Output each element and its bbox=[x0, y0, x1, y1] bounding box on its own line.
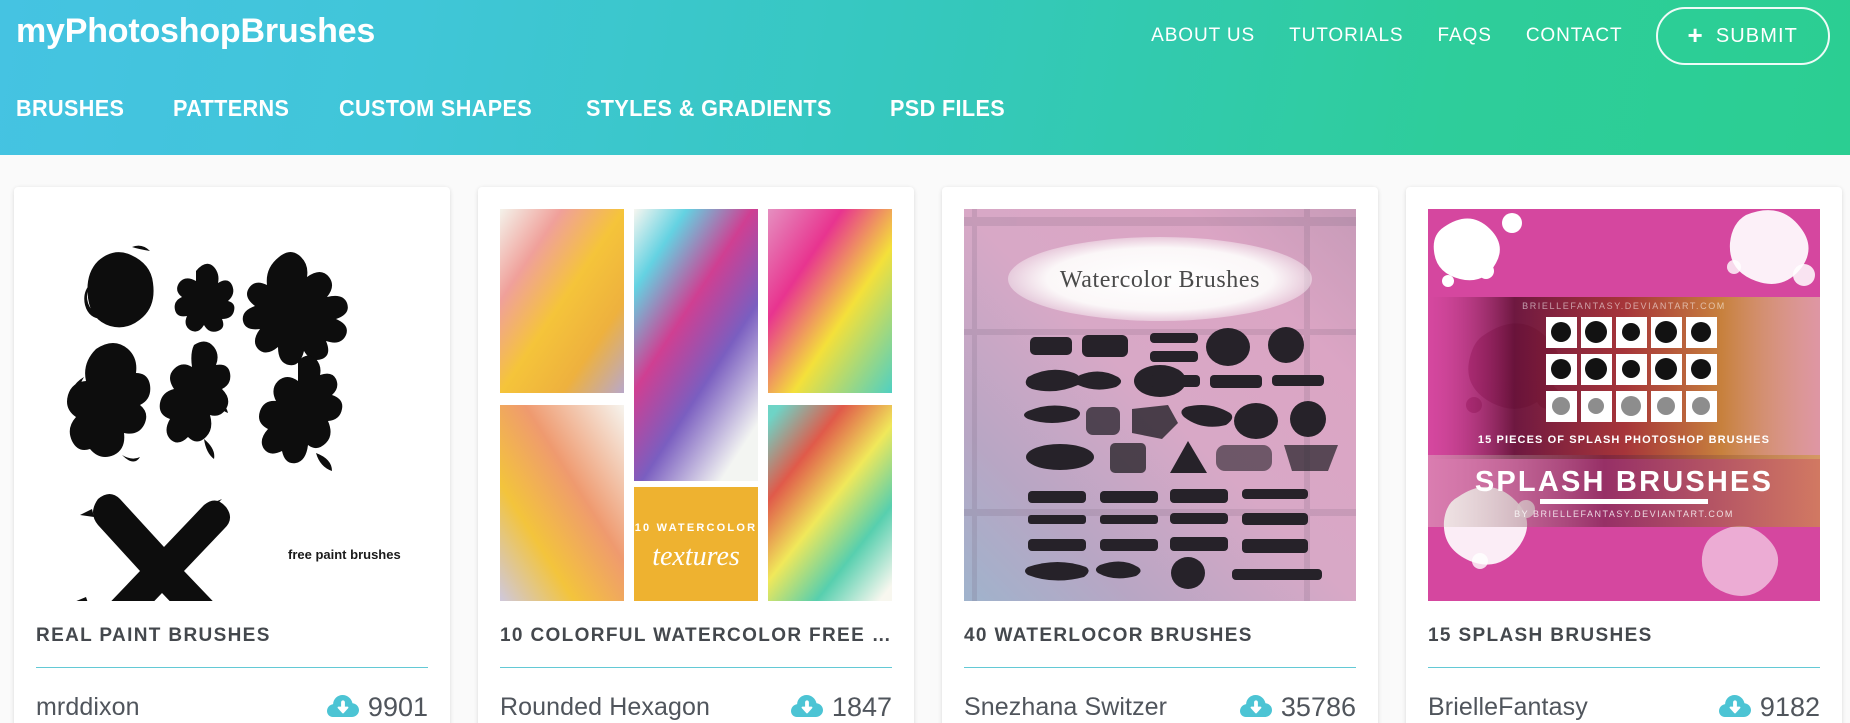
brush-card-title[interactable]: 40 WATERLOCOR BRUSHES bbox=[964, 625, 1356, 647]
thumb-caption-url-text: BY BRIELLEFANTASY.DEVIANTART.COM bbox=[1514, 509, 1734, 519]
brush-card-title[interactable]: 10 COLORFUL WATERCOLOR FREE T… bbox=[500, 625, 892, 647]
category-nav-item-patterns[interactable]: PATTERNS bbox=[173, 95, 289, 122]
category-nav-item-custom-shapes[interactable]: CUSTOM SHAPES bbox=[339, 95, 532, 122]
submit-button[interactable]: + SUBMIT bbox=[1655, 7, 1830, 65]
card-footer: BrielleFantasy 9182 bbox=[1428, 668, 1820, 723]
thumb-caption-text: free paint brushes bbox=[288, 547, 401, 562]
card-author[interactable]: mrddixon bbox=[36, 693, 140, 722]
thumb-caption-bottom-text: textures bbox=[652, 541, 740, 572]
brush-thumbnail-real-paint-brushes[interactable]: free paint brushes bbox=[36, 209, 428, 601]
thumb-caption-top-text: 10 WATERCOLOR bbox=[635, 522, 758, 534]
watercolor-brush-sheet-illustration: Watercolor Brushes bbox=[964, 209, 1356, 601]
card-author[interactable]: Snezhana Switzer bbox=[964, 693, 1167, 722]
download-stat: 9182 bbox=[1718, 691, 1820, 723]
card-author[interactable]: Rounded Hexagon bbox=[500, 693, 710, 722]
site-logo[interactable]: myPhotoshopBrushes bbox=[16, 12, 375, 51]
brush-card[interactable]: Watercolor Brushes 40 WATERLOCOR BRUSHES… bbox=[942, 187, 1378, 723]
category-nav-item-psd-files[interactable]: PSD FILES bbox=[890, 95, 1005, 122]
download-count: 35786 bbox=[1280, 691, 1356, 722]
download-stat: 35786 bbox=[1239, 691, 1356, 723]
category-nav: BRUSHES PATTERNS CUSTOM SHAPES STYLES & … bbox=[0, 78, 1850, 138]
brush-card[interactable]: 10 WATERCOLOR textures 10 COLORFUL WATER… bbox=[478, 187, 914, 723]
cloud-download-icon bbox=[326, 695, 359, 717]
card-footer: mrddixon 9901 bbox=[36, 668, 428, 723]
brush-thumbnail-watercolor-textures[interactable]: 10 WATERCOLOR textures bbox=[500, 209, 892, 601]
thumb-caption-bottom-text: SPLASH BRUSHES bbox=[1475, 466, 1773, 498]
download-stat: 9901 bbox=[326, 691, 428, 723]
cloud-download-icon bbox=[1718, 695, 1751, 717]
category-nav-item-brushes[interactable]: BRUSHES bbox=[16, 95, 124, 122]
top-nav-item-tutorials[interactable]: TUTORIALS bbox=[1272, 25, 1420, 47]
site-header: myPhotoshopBrushes ABOUT US TUTORIALS FA… bbox=[0, 0, 1850, 155]
submit-button-label: SUBMIT bbox=[1715, 24, 1798, 47]
cloud-download-icon bbox=[790, 695, 823, 717]
watercolor-collage-illustration: 10 WATERCOLOR textures bbox=[500, 209, 892, 601]
card-footer: Snezhana Switzer 35786 bbox=[964, 668, 1356, 723]
brush-thumbnail-watercolor-brushes[interactable]: Watercolor Brushes bbox=[964, 209, 1356, 601]
paint-splatter-sheet-illustration: free paint brushes bbox=[36, 209, 428, 601]
brush-card-title[interactable]: 15 SPLASH BRUSHES bbox=[1428, 625, 1820, 647]
brush-thumbnail-splash-brushes[interactable]: BRIELLEFANTASY.DEVIANTART.COM 15 PIECES … bbox=[1428, 209, 1820, 601]
brush-card-title[interactable]: REAL PAINT BRUSHES bbox=[36, 625, 428, 647]
plus-icon: + bbox=[1687, 20, 1704, 50]
download-stat: 1847 bbox=[790, 691, 892, 723]
svg-text:BRIELLEFANTASY.DEVIANTART.COM: BRIELLEFANTASY.DEVIANTART.COM bbox=[1522, 301, 1726, 311]
brush-card[interactable]: BRIELLEFANTASY.DEVIANTART.COM 15 PIECES … bbox=[1406, 187, 1842, 723]
splash-brushes-poster-illustration: BRIELLEFANTASY.DEVIANTART.COM 15 PIECES … bbox=[1428, 209, 1820, 601]
download-count: 9182 bbox=[1759, 691, 1820, 722]
download-count: 9901 bbox=[367, 691, 428, 722]
thumb-caption-top-text: 15 PIECES OF SPLASH PHOTOSHOP BRUSHES bbox=[1478, 434, 1770, 446]
download-count: 1847 bbox=[831, 691, 892, 722]
cloud-download-icon bbox=[1239, 695, 1272, 717]
header-top-bar: myPhotoshopBrushes ABOUT US TUTORIALS FA… bbox=[0, 0, 1850, 72]
top-nav-item-about-us[interactable]: ABOUT US bbox=[1134, 25, 1272, 47]
card-footer: Rounded Hexagon 1847 bbox=[500, 668, 892, 723]
category-nav-item-styles-gradients[interactable]: STYLES & GRADIENTS bbox=[586, 95, 832, 122]
thumb-caption-text: Watercolor Brushes bbox=[1060, 267, 1260, 293]
primary-top-nav: ABOUT US TUTORIALS FAQS CONTACT + SUBMIT bbox=[1134, 0, 1830, 72]
brush-card-grid: free paint brushes REAL PAINT BRUSHES mr… bbox=[0, 155, 1850, 723]
brush-card[interactable]: free paint brushes REAL PAINT BRUSHES mr… bbox=[14, 187, 450, 723]
top-nav-item-contact[interactable]: CONTACT bbox=[1509, 25, 1640, 47]
top-nav-item-faqs[interactable]: FAQS bbox=[1421, 25, 1509, 47]
card-author[interactable]: BrielleFantasy bbox=[1428, 693, 1588, 722]
